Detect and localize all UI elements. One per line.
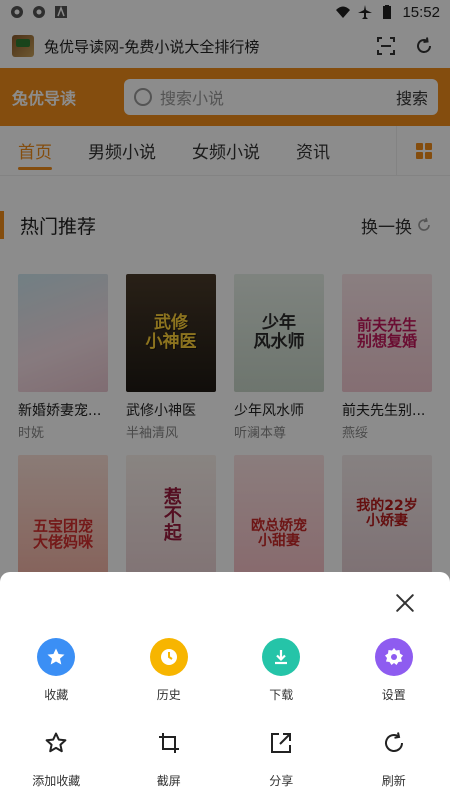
add-favorite-label: 添加收藏 [32, 774, 81, 788]
crop-icon [150, 724, 188, 762]
refresh-label: 刷新 [381, 774, 406, 788]
screenshot-label: 截屏 [156, 774, 181, 788]
refresh-button[interactable]: 刷新 [338, 724, 450, 789]
share-button[interactable]: 分享 [225, 724, 338, 789]
clock-icon [149, 638, 188, 676]
star-outline-icon [37, 724, 75, 762]
primary-actions: 收藏 历史 下载 设置 [0, 638, 450, 703]
download-button[interactable]: 下载 [225, 638, 338, 703]
gear-icon [374, 638, 413, 676]
settings-button[interactable]: 设置 [338, 638, 450, 703]
download-icon [262, 638, 301, 676]
settings-label: 设置 [381, 688, 406, 702]
download-label: 下载 [269, 688, 294, 702]
share-icon [262, 724, 300, 762]
screenshot-button[interactable]: 截屏 [113, 724, 226, 789]
secondary-actions: 添加收藏 截屏 分享 刷新 [0, 724, 450, 789]
add-favorite-button[interactable]: 添加收藏 [0, 724, 113, 789]
action-sheet: 收藏 历史 下载 设置 添加收藏 截屏 分享 刷新 [0, 572, 450, 800]
star-icon [37, 638, 76, 676]
share-label: 分享 [269, 774, 294, 788]
favorites-label: 收藏 [44, 688, 69, 702]
refresh-icon [375, 724, 413, 762]
history-button[interactable]: 历史 [113, 638, 226, 703]
close-icon[interactable] [394, 592, 416, 614]
history-label: 历史 [156, 688, 181, 702]
favorites-button[interactable]: 收藏 [0, 638, 113, 703]
